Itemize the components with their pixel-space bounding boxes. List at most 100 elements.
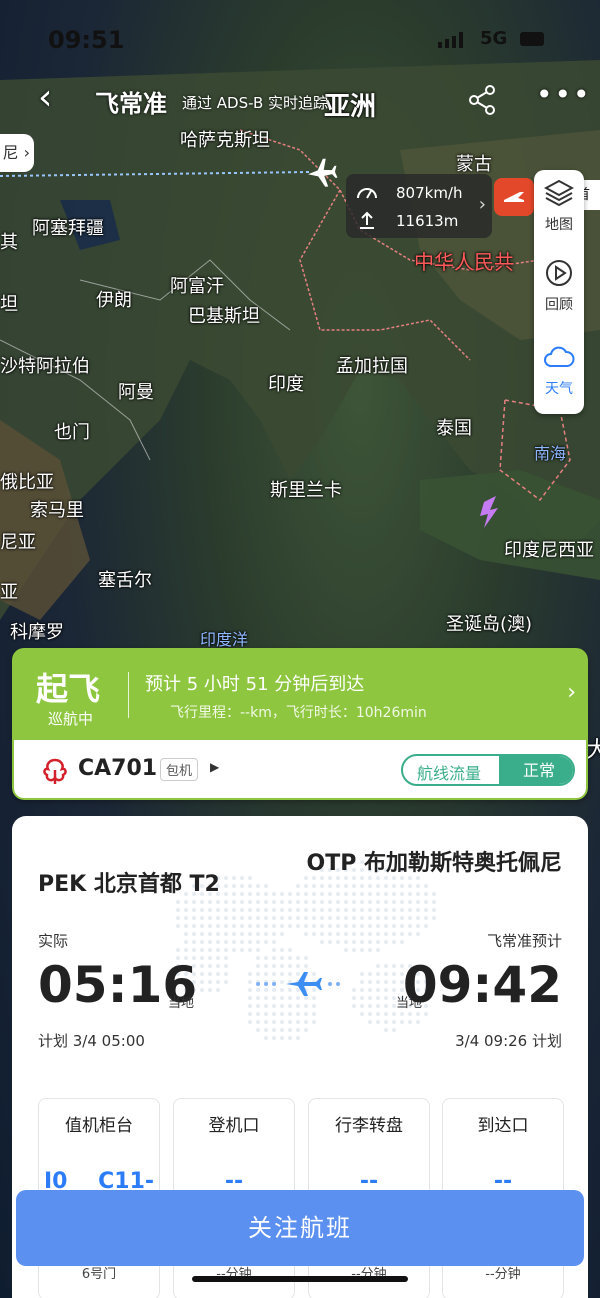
map-dot xyxy=(360,892,364,896)
share-icon[interactable] xyxy=(466,84,498,116)
map-dot xyxy=(176,916,180,920)
map-dot xyxy=(224,980,228,984)
tool-map[interactable]: 地图 xyxy=(534,178,584,234)
map-dot xyxy=(208,908,212,912)
map-dot xyxy=(408,892,412,896)
map-dot xyxy=(384,980,388,984)
map-dot xyxy=(248,892,252,896)
map-dot xyxy=(384,908,388,912)
altitude-value: 11613m xyxy=(396,212,459,230)
map-dot xyxy=(272,940,276,944)
departure-local-label: 当地 xyxy=(168,996,195,1011)
map-dot xyxy=(392,980,396,984)
map-dot xyxy=(352,908,356,912)
map-dot xyxy=(416,932,420,936)
map-dot xyxy=(272,932,276,936)
back-icon[interactable]: ‹ xyxy=(38,78,68,118)
more-icon[interactable]: ••• xyxy=(536,78,592,111)
tool-weather[interactable]: 天气 xyxy=(534,342,584,398)
map-dot xyxy=(192,924,196,928)
charter-badge[interactable]: 包机 xyxy=(160,758,199,781)
map-dot xyxy=(264,908,268,912)
map-dot xyxy=(184,932,188,936)
map-label-somalia: 索马里 xyxy=(30,500,84,521)
map-dot xyxy=(400,908,404,912)
airline-tab[interactable] xyxy=(494,178,534,216)
map-dot xyxy=(392,884,396,888)
map-dot xyxy=(208,980,212,984)
map-dot xyxy=(200,940,204,944)
map-dot xyxy=(376,988,380,992)
map-dot xyxy=(368,884,372,888)
map-dot xyxy=(224,884,228,888)
map-dot xyxy=(384,996,388,1000)
arrival-airport: OTP 布加勒斯特奥托佩尼 xyxy=(306,851,563,876)
map-dot xyxy=(208,988,212,992)
map-label-oman: 阿曼 xyxy=(118,382,154,403)
map-dot xyxy=(240,908,244,912)
map-dot xyxy=(232,900,236,904)
map-label-comoros: 科摩罗 xyxy=(10,622,64,643)
map-dot xyxy=(344,916,348,920)
replay-icon xyxy=(546,260,572,286)
map-dot xyxy=(200,980,204,984)
map-dot xyxy=(224,932,228,936)
map-dot xyxy=(248,948,252,952)
map-dot xyxy=(424,892,428,896)
map-dot xyxy=(280,948,284,952)
flight-status-header[interactable]: 起飞 巡航中 预计 5 小时 51 分钟后到达 飞行里程：--km，飞行时长：1… xyxy=(12,648,588,740)
map-dot xyxy=(368,948,372,952)
map-dot xyxy=(272,892,276,896)
map-dot xyxy=(248,1012,252,1016)
map-dot xyxy=(224,972,228,976)
left-edge-tab[interactable]: 尼 › xyxy=(0,134,34,172)
map-dot xyxy=(248,908,252,912)
map-dot xyxy=(368,940,372,944)
map-dot xyxy=(232,884,236,888)
map-dot xyxy=(256,884,260,888)
map-dot xyxy=(328,884,332,888)
map-dot xyxy=(376,1012,380,1016)
map-dot xyxy=(368,1012,372,1016)
map-dot xyxy=(184,924,188,928)
flight-number: CA701 xyxy=(78,756,158,781)
map-dot xyxy=(376,948,380,952)
map-dot xyxy=(336,932,340,936)
map-dot xyxy=(408,908,412,912)
map-dot xyxy=(392,1020,396,1024)
map-dot xyxy=(424,908,428,912)
map-label-left2: 坦 xyxy=(0,294,18,315)
flight-status-card[interactable]: 起飞 巡航中 预计 5 小时 51 分钟后到达 飞行里程：--km，飞行时长：1… xyxy=(12,648,588,800)
map-dot xyxy=(248,916,252,920)
map-dot xyxy=(392,916,396,920)
follow-flight-button[interactable]: 关注航班 xyxy=(16,1190,584,1266)
map-dot xyxy=(424,916,428,920)
map-dot xyxy=(344,892,348,896)
route-traffic-pill[interactable]: 航线流量 正常 xyxy=(401,754,575,786)
map-dot xyxy=(408,916,412,920)
map-dot xyxy=(216,980,220,984)
map-dot xyxy=(400,892,404,896)
map-dot xyxy=(304,900,308,904)
map-dot xyxy=(352,948,356,952)
map-dot xyxy=(280,932,284,936)
tool-replay-label: 回顾 xyxy=(545,297,573,313)
layers-icon xyxy=(543,179,575,207)
route-plane-icon xyxy=(252,964,342,1004)
speed-value: 807km/h xyxy=(396,184,463,202)
departure-time-label: 实际 xyxy=(38,932,69,950)
flight-telemetry-box[interactable]: 807km/h 11613m › xyxy=(346,174,492,238)
map-dot xyxy=(368,924,372,928)
map-dot xyxy=(216,900,220,904)
map-dot xyxy=(240,932,244,936)
map-dot xyxy=(200,956,204,960)
tool-weather-label: 天气 xyxy=(545,381,573,397)
map-label-left1: 其 xyxy=(0,232,18,253)
box-title: 值机柜台 xyxy=(65,1116,133,1136)
map-dot xyxy=(184,948,188,952)
map-dot xyxy=(392,964,396,968)
tool-replay[interactable]: 回顾 xyxy=(534,258,584,314)
map-dot xyxy=(328,924,332,928)
mileage-text: 飞行里程：--km，飞行时长：10h26min xyxy=(170,705,427,721)
map-dot xyxy=(256,932,260,936)
